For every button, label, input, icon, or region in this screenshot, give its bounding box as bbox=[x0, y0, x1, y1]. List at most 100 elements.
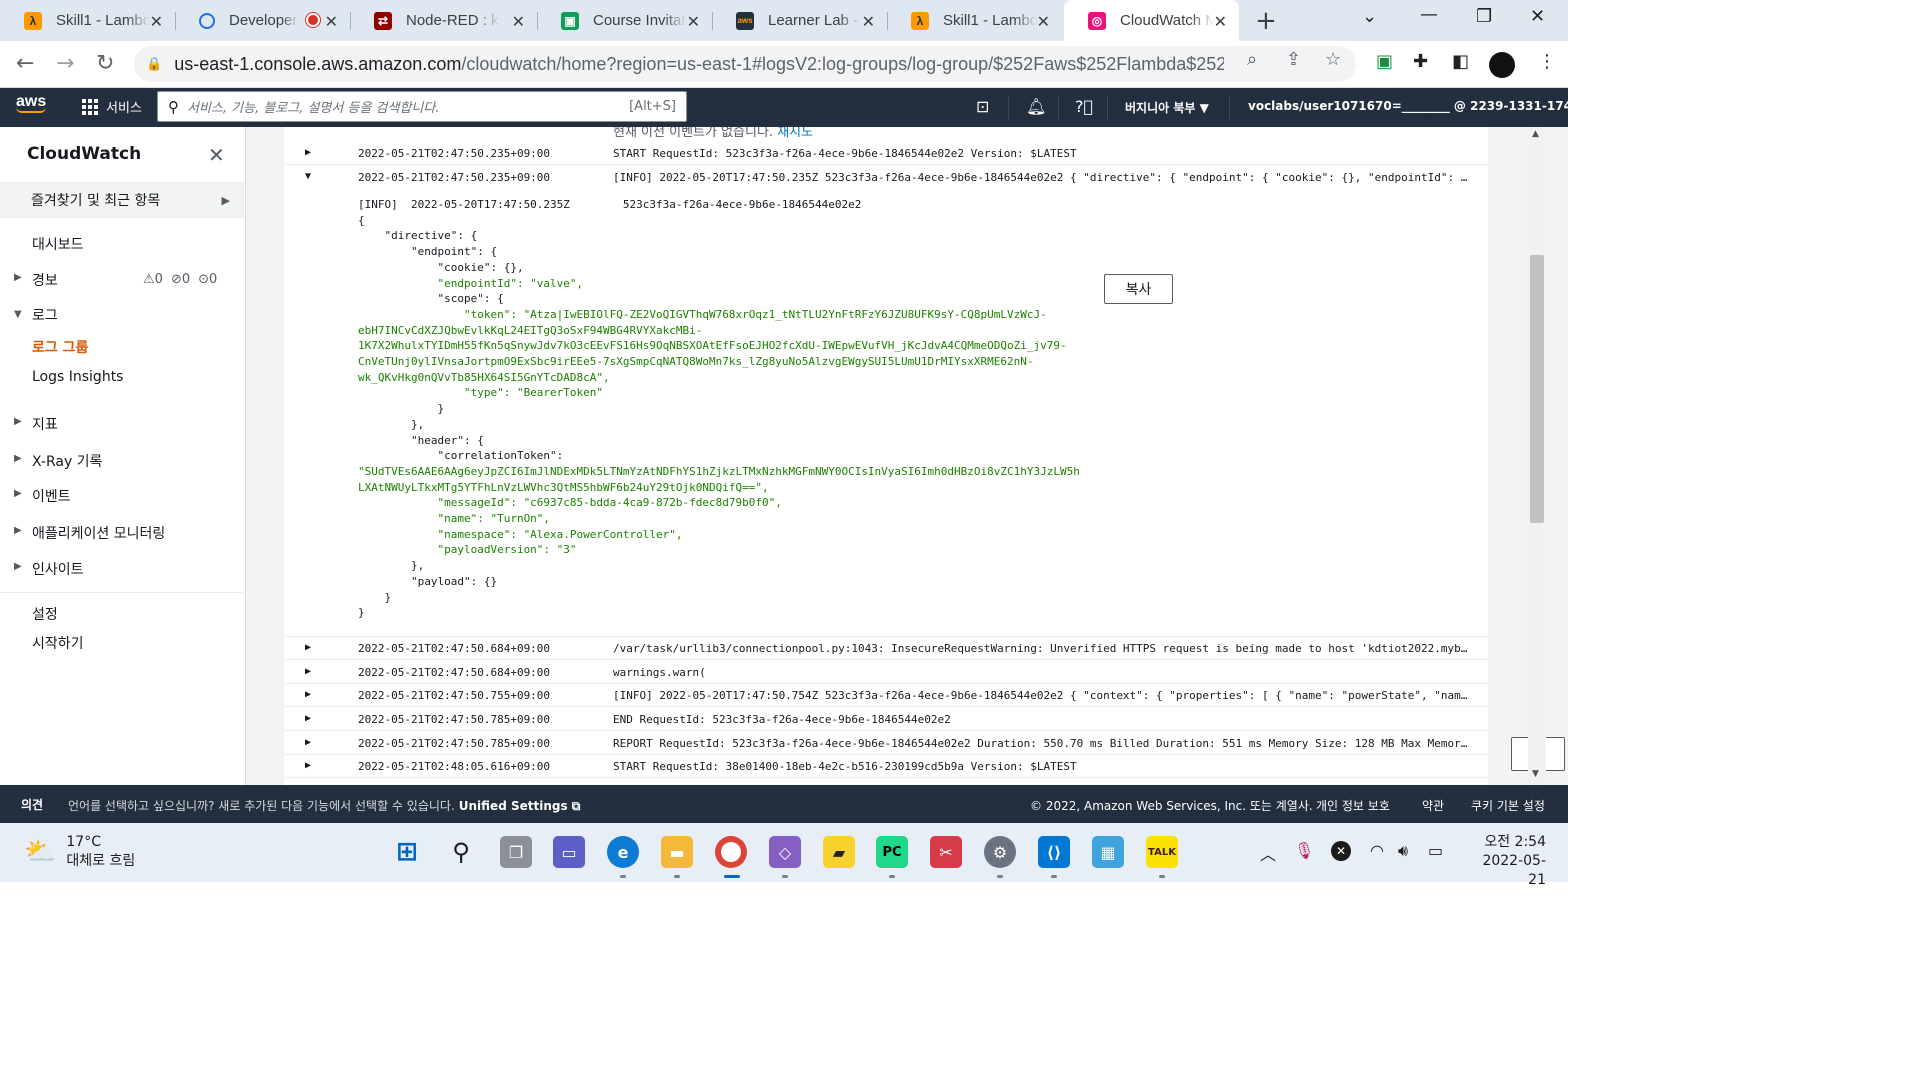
search-icon[interactable]: ⚲ bbox=[445, 836, 477, 868]
side-panel-icon[interactable]: ◧ bbox=[1452, 51, 1469, 72]
feedback-link[interactable]: 의견 bbox=[21, 796, 43, 813]
teams-chat-icon[interactable]: ▭ bbox=[553, 836, 585, 868]
log-event-row[interactable]: ▶ 2022-05-21T02:47:50.755+09:00 [INFO] 202… bbox=[284, 684, 1488, 707]
settings-gear-icon[interactable]: ⚙ bbox=[984, 836, 1016, 868]
lock-icon[interactable]: 🔒 bbox=[146, 57, 162, 72]
sidebar-item-xray[interactable]: ▶ X-Ray 기록 bbox=[14, 451, 102, 471]
visual-studio-icon[interactable]: ◇ bbox=[769, 836, 801, 868]
edge-browser-icon[interactable]: e bbox=[607, 836, 639, 868]
expand-caret-icon[interactable]: ▶ bbox=[305, 689, 311, 700]
copy-button[interactable]: 복사 bbox=[1104, 274, 1173, 304]
browser-tab[interactable]: ⇄ Node-RED : kc ✕ bbox=[350, 0, 537, 41]
browser-tab[interactable]: aws Learner Lab - ✕ bbox=[712, 0, 887, 41]
wifi-icon[interactable]: ◠ bbox=[1370, 841, 1384, 860]
collapse-caret-icon[interactable]: ▼ bbox=[305, 171, 311, 182]
sidebar-item-dashboard[interactable]: 대시보드 bbox=[32, 234, 84, 254]
sidebar-item-app-monitoring[interactable]: ▶ 애플리케이션 모니터링 bbox=[14, 523, 165, 543]
close-tab-icon[interactable]: ✕ bbox=[325, 12, 338, 32]
log-event-row-expanded[interactable]: ▼ 2022-05-21T02:47:50.235+09:00 [INFO] 2… bbox=[284, 166, 1488, 189]
weather-widget[interactable]: ⛅ 17°C 대체로 흐림 bbox=[24, 833, 135, 871]
scrollbar[interactable]: ▲ ▼ bbox=[1528, 127, 1546, 785]
expand-caret-icon[interactable]: ▶ bbox=[305, 642, 311, 653]
url-text[interactable]: us-east-1.console.aws.amazon.com/cloudwa… bbox=[174, 54, 1224, 75]
file-explorer-icon[interactable]: ▬ bbox=[661, 836, 693, 868]
alarm-ok-count[interactable]: ⊘0 bbox=[171, 272, 190, 287]
browser-tab-active[interactable]: ◎ CloudWatch M ✕ bbox=[1064, 0, 1239, 41]
log-event-row[interactable]: ▶ 2022-05-21T02:47:50.684+09:00/var/task/… bbox=[284, 637, 1488, 660]
sidebar-item-alarms[interactable]: ▶ 경보 bbox=[14, 270, 58, 290]
forward-icon[interactable]: → bbox=[56, 51, 74, 76]
terms-link[interactable]: 약관 bbox=[1422, 797, 1444, 814]
unified-settings-link[interactable]: Unified Settings ⧉ bbox=[459, 799, 581, 813]
reload-icon[interactable]: ↻ bbox=[96, 51, 114, 76]
scrollbar-thumb[interactable] bbox=[1530, 255, 1544, 523]
system-clock[interactable]: 오전 2:54 2022-05-21 bbox=[1468, 833, 1546, 890]
sidebar-item-settings[interactable]: 설정 bbox=[32, 604, 58, 624]
notifications-bell-icon[interactable]: 🔔︎ bbox=[1026, 97, 1046, 116]
close-tab-icon[interactable]: ✕ bbox=[862, 12, 875, 32]
account-menu[interactable]: voclabs/user1071670=________ @ 2239-1331… bbox=[1248, 99, 1594, 113]
volume-icon[interactable]: 🔊︎ bbox=[1398, 841, 1408, 861]
close-window-icon[interactable]: ✕ bbox=[1530, 6, 1545, 27]
share-icon[interactable]: ⇪ bbox=[1286, 49, 1301, 70]
extension-screen-icon[interactable]: ▣ bbox=[1376, 51, 1393, 72]
browser-tab[interactable]: λ Skill1 - Lambd ✕ bbox=[887, 0, 1062, 41]
help-icon[interactable]: ?⃝ bbox=[1075, 97, 1093, 116]
expand-caret-icon[interactable]: ▶ bbox=[305, 713, 311, 724]
minimize-icon[interactable]: — bbox=[1420, 4, 1438, 25]
retry-link[interactable]: 재시도 bbox=[777, 127, 813, 140]
microphone-icon[interactable]: 🎙︎ bbox=[1294, 841, 1314, 860]
log-event-row[interactable]: ▶ 2022-05-21T02:47:50.235+09:00 START Re… bbox=[284, 142, 1488, 165]
bookmark-star-icon[interactable]: ☆ bbox=[1325, 49, 1341, 70]
browser-tab[interactable]: ▣ Course Invitati ✕ bbox=[537, 0, 712, 41]
browser-tab[interactable]: λ Skill1 - Lambd ✕ bbox=[0, 0, 175, 41]
browser-tab[interactable]: Developer ✕ bbox=[175, 0, 350, 41]
close-tab-icon[interactable]: ✕ bbox=[150, 12, 163, 32]
chrome-browser-icon[interactable] bbox=[715, 836, 747, 868]
sidebar-item-getting-started[interactable]: 시작하기 bbox=[32, 633, 84, 653]
extensions-puzzle-icon[interactable]: ✚ bbox=[1413, 51, 1428, 72]
omnibox[interactable]: 🔒 us-east-1.console.aws.amazon.com/cloud… bbox=[134, 46, 1356, 82]
expand-caret-icon[interactable]: ▶ bbox=[305, 737, 311, 748]
vscode-icon[interactable]: ⟨⟩ bbox=[1038, 836, 1070, 868]
close-icon[interactable]: ✕ bbox=[208, 143, 225, 167]
sticky-notes-icon[interactable]: ▰ bbox=[823, 836, 855, 868]
battery-icon[interactable]: ▭ bbox=[1428, 841, 1443, 860]
new-tab-button[interactable]: + bbox=[1255, 6, 1277, 36]
remote-desktop-icon[interactable]: ▦ bbox=[1092, 836, 1124, 868]
tab-search-icon[interactable]: ⌄ bbox=[1362, 6, 1377, 27]
aws-logo[interactable]: aws bbox=[16, 93, 46, 113]
restore-icon[interactable]: ❐ bbox=[1476, 6, 1492, 27]
privacy-link[interactable]: 개인 정보 보호 bbox=[1316, 797, 1390, 814]
snipping-tool-icon[interactable]: ✂ bbox=[930, 836, 962, 868]
sidebar-item-events[interactable]: ▶ 이벤트 bbox=[14, 486, 71, 506]
alarm-insufficient-count[interactable]: ⊙0 bbox=[198, 272, 217, 287]
kakaotalk-icon[interactable]: TALK bbox=[1146, 836, 1178, 868]
task-view-icon[interactable]: ❐ bbox=[500, 836, 532, 868]
scroll-down-arrow-icon[interactable]: ▼ bbox=[1532, 769, 1539, 779]
close-tab-icon[interactable]: ✕ bbox=[1037, 12, 1050, 32]
expand-caret-icon[interactable]: ▶ bbox=[305, 666, 311, 677]
cookie-preferences-link[interactable]: 쿠키 기본 설정 bbox=[1471, 797, 1545, 814]
expanded-log-detail[interactable]: [INFO] 2022-05-20T17:47:50.235Z 523c3f3a… bbox=[284, 197, 1488, 637]
log-event-row[interactable]: ▶ 2022-05-21T02:47:50.785+09:00 END Reques… bbox=[284, 708, 1488, 731]
aws-search-input[interactable]: ⚲ 서비스, 기능, 블로그, 설명서 등을 검색합니다. [Alt+S] bbox=[157, 91, 687, 122]
close-tab-icon[interactable]: ✕ bbox=[687, 12, 700, 32]
close-circle-icon[interactable]: ✕ bbox=[1331, 841, 1351, 861]
log-json-body[interactable]: [INFO] 2022-05-20T17:47:50.235Z 523c3f3a… bbox=[358, 197, 1080, 621]
log-event-row[interactable]: ▶ 2022-05-21T02:47:50.785+09:00 REPORT Req… bbox=[284, 732, 1488, 755]
sidebar-item-logs[interactable]: ▼ 로그 bbox=[14, 305, 58, 325]
sidebar-item-logs-insights[interactable]: Logs Insights bbox=[32, 369, 123, 385]
pycharm-icon[interactable]: PC bbox=[876, 836, 908, 868]
back-icon[interactable]: ← bbox=[16, 51, 34, 76]
log-event-row[interactable]: ▶ 2022-05-21T02:48:05.616+09:00 START Requ… bbox=[284, 755, 1488, 778]
alarm-in-alarm-count[interactable]: ⚠0 bbox=[143, 272, 163, 287]
zoom-icon[interactable]: ⌕ bbox=[1247, 49, 1257, 70]
windows-start-icon[interactable]: ⊞ bbox=[391, 836, 423, 868]
cloudshell-icon[interactable]: ⊡ bbox=[976, 97, 989, 116]
services-menu-button[interactable]: 서비스 bbox=[82, 97, 142, 116]
sidebar-item-log-groups[interactable]: 로그 그룹 bbox=[32, 337, 88, 357]
browser-menu-icon[interactable]: ⋮ bbox=[1538, 51, 1556, 72]
sidebar-item-insights[interactable]: ▶ 인사이트 bbox=[14, 559, 84, 579]
show-hidden-icons-chevron-icon[interactable]: ︿ bbox=[1260, 841, 1276, 865]
